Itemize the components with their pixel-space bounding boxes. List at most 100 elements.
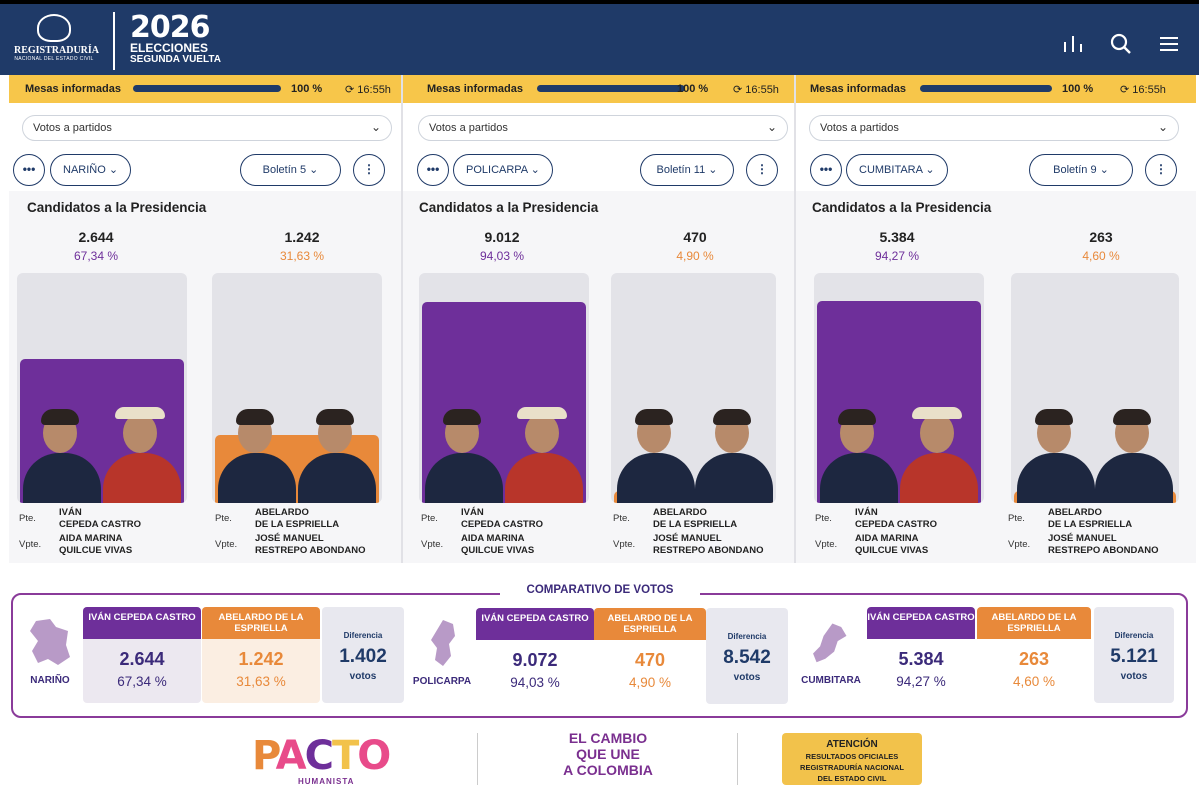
vote-type-select[interactable]: Votos a partidos ⌄ <box>809 115 1179 141</box>
select-value: Votos a partidos <box>820 122 899 134</box>
seal-icon <box>37 14 71 42</box>
progress-bar <box>537 85 685 92</box>
registry-subtitle: NACIONAL DEL ESTADO CIVIL <box>14 56 94 62</box>
chevron-down-icon: ⌄ <box>766 120 777 134</box>
elecciones-logo: 2026 ELECCIONES SEGUNDA VUELTA <box>130 10 221 66</box>
column-header: ABELARDO DE LA ESPRIELLA <box>202 607 320 639</box>
narino-map-icon <box>30 619 70 665</box>
difference-unit: votos <box>733 672 761 683</box>
column-percent: 94,27 % <box>896 674 946 689</box>
candidate-photo <box>23 405 101 503</box>
ticket-names: Pte. ABELARDO DE LA ESPRIELLA Vpte. JOSÉ… <box>613 507 793 563</box>
more-options-button[interactable]: ••• <box>810 154 842 186</box>
candidate-card[interactable] <box>212 273 382 503</box>
refresh-time[interactable]: ⟳ 16:55h <box>1120 83 1166 96</box>
registraduria-logo[interactable]: REGISTRADURÍA NACIONAL DEL ESTADO CIVIL <box>14 14 99 68</box>
candidate-1-column: IVÁN CEPEDA CASTRO 2.644 67,34 % <box>83 607 201 703</box>
candidate-percent: 31,63 % <box>279 249 325 263</box>
president-name-1: ABELARDO <box>255 507 309 518</box>
candidate-percent: 67,34 % <box>73 249 119 263</box>
section-title: Candidatos a la Presidencia <box>27 200 207 215</box>
candidate-percent: 4,90 % <box>676 249 714 263</box>
slogan-line: EL CAMBIO <box>568 730 648 746</box>
candidate-card[interactable] <box>1011 273 1179 503</box>
chevron-down-icon: ⌄ <box>925 164 935 176</box>
candidate-votes: 1.242 <box>284 229 320 245</box>
column-header: IVÁN CEPEDA CASTRO <box>867 607 975 639</box>
refresh-time-label: 16:55h <box>745 84 779 96</box>
refresh-time[interactable]: ⟳ 16:55h <box>345 83 391 96</box>
status-bar: Mesas informadas 100 % ⟳ 16:55h <box>9 75 403 103</box>
column-votes: 5.384 <box>898 649 944 669</box>
header-divider <box>113 12 115 70</box>
vice-name-1: JOSÉ MANUEL <box>653 533 722 544</box>
location-selector[interactable]: CUMBITARA ⌄ <box>846 154 948 186</box>
pacto-humanista-logo: PACTO HUMANISTA <box>252 733 432 786</box>
search-icon[interactable] <box>1109 32 1133 56</box>
more-options-button[interactable]: ••• <box>13 154 45 186</box>
running-mate-photo <box>1095 405 1173 503</box>
difference-unit: votos <box>349 671 377 682</box>
kebab-menu-button[interactable]: ⋮ <box>353 154 385 186</box>
candidate-photo <box>425 405 503 503</box>
location-label: CUMBITARA <box>859 164 923 176</box>
vice-name-1: AIDA MARINA <box>59 533 123 544</box>
candidate-card[interactable] <box>814 273 984 503</box>
vice-name-2: RESTREPO ABONDANO <box>1048 545 1159 556</box>
role-label: Vpte. <box>613 539 636 550</box>
kebab-menu-button[interactable]: ⋮ <box>1145 154 1177 186</box>
bulletin-selector[interactable]: Boletín 5 ⌄ <box>240 154 341 186</box>
candidate-1-column: IVÁN CEPEDA CASTRO 9.072 94,03 % <box>476 608 594 704</box>
candidate-percent: 94,27 % <box>874 249 920 263</box>
results-panel-narino: Mesas informadas 100 % ⟳ 16:55h Votos a … <box>9 75 403 563</box>
vice-name-1: JOSÉ MANUEL <box>255 533 324 544</box>
attention-line: DEL ESTADO CIVIL <box>817 774 887 783</box>
comparison-block-cumbitara: CUMBITARA IVÁN CEPEDA CASTRO 5.384 94,27… <box>796 607 1181 703</box>
column-votes: 2.644 <box>119 649 165 669</box>
candidate-photo <box>820 405 898 503</box>
role-label: Vpte. <box>815 539 838 550</box>
kebab-menu-button[interactable]: ⋮ <box>746 154 778 186</box>
vice-name-2: QUILCUE VIVAS <box>855 545 929 556</box>
candidate-percent: 94,03 % <box>479 249 525 263</box>
candidate-votes: 9.012 <box>484 229 520 245</box>
status-bar: Mesas informadas 100 % ⟳ 16:55h <box>796 75 1196 103</box>
chevron-down-icon: ⌄ <box>370 120 381 134</box>
status-percent: 100 % <box>291 83 323 95</box>
president-name-2: CEPEDA CASTRO <box>59 519 141 530</box>
ticket-names: Pte. ABELARDO DE LA ESPRIELLA Vpte. JOSÉ… <box>1008 507 1193 563</box>
chart-icon[interactable] <box>1061 32 1085 56</box>
candidate-photo <box>617 405 695 503</box>
footer-divider <box>477 733 478 785</box>
column-header: ABELARDO DE LA ESPRIELLA <box>594 608 706 640</box>
attention-line: RESULTADOS OFICIALES <box>805 752 899 761</box>
candidate-card[interactable] <box>17 273 187 503</box>
president-name-2: CEPEDA CASTRO <box>855 519 937 530</box>
role-label: Vpte. <box>1008 539 1031 550</box>
difference-label: Diferencia <box>1114 631 1154 640</box>
refresh-icon: ⟳ <box>733 84 746 96</box>
vote-type-select[interactable]: Votos a partidos ⌄ <box>22 115 392 141</box>
refresh-time[interactable]: ⟳ 16:55h <box>733 83 779 96</box>
candidate-card[interactable] <box>611 273 776 503</box>
president-name-1: IVÁN <box>461 507 484 518</box>
menu-icon[interactable] <box>1157 32 1181 56</box>
bulletin-selector[interactable]: Boletín 11 ⌄ <box>640 154 734 186</box>
refresh-time-label: 16:55h <box>1132 84 1166 96</box>
column-header: IVÁN CEPEDA CASTRO <box>83 607 201 639</box>
candidate-2-column: ABELARDO DE LA ESPRIELLA 1.242 31,63 % <box>202 607 320 703</box>
status-label: Mesas informadas <box>810 83 906 95</box>
bulletin-selector[interactable]: Boletín 9 ⌄ <box>1029 154 1133 186</box>
election-title: ELECCIONES <box>130 41 209 55</box>
difference-label: Diferencia <box>343 631 383 640</box>
president-name-1: IVÁN <box>855 507 878 518</box>
candidate-card[interactable] <box>419 273 589 503</box>
column-percent: 94,03 % <box>510 675 560 690</box>
column-header: IVÁN CEPEDA CASTRO <box>476 608 594 640</box>
election-year: 2026 <box>130 10 210 45</box>
location-selector[interactable]: NARIÑO ⌄ <box>50 154 132 186</box>
difference-box: Diferencia 1.402 votos <box>322 607 404 703</box>
location-selector[interactable]: POLICARPA ⌄ <box>453 154 553 186</box>
vote-type-select[interactable]: Votos a partidos ⌄ <box>418 115 788 141</box>
more-options-button[interactable]: ••• <box>417 154 449 186</box>
